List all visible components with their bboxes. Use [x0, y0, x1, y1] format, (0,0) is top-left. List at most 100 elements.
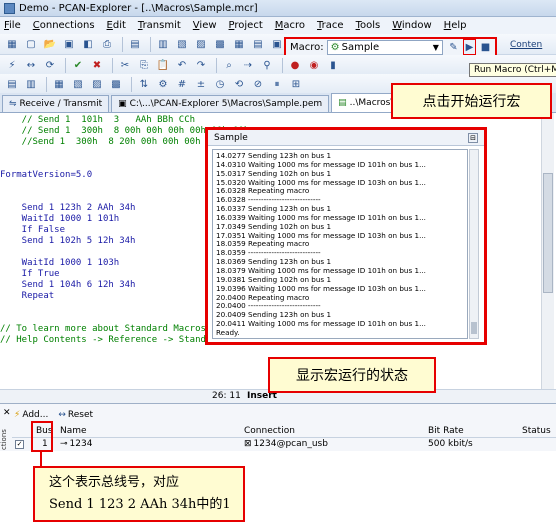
reset-icon: ↔: [58, 410, 66, 420]
receive-transmit-icon: ⇋: [9, 99, 17, 109]
window-layout-4-icon[interactable]: ▩: [212, 36, 228, 52]
connections-toolbar-label[interactable]: Conten: [510, 40, 542, 50]
menu-trace[interactable]: Trace: [317, 20, 344, 31]
new-file-icon[interactable]: ▢: [23, 36, 39, 52]
hash-icon[interactable]: ⊞: [288, 76, 304, 92]
close-icon[interactable]: ✕: [3, 408, 11, 418]
connections-panel: ✕ ⚡ Add... ↔ Reset Bus Name Connection B…: [0, 403, 556, 451]
cycle-icon[interactable]: ⟲: [231, 76, 247, 92]
connections-side-tab[interactable]: ctions: [0, 420, 10, 450]
connections-grid-header: Bus Name Connection Bit Rate Status: [12, 426, 556, 438]
layout-b-icon[interactable]: ▥: [23, 76, 39, 92]
window-layout-6-icon[interactable]: ▤: [250, 36, 266, 52]
new-project-icon[interactable]: ▦: [4, 36, 20, 52]
connections-toolbar: ⚡ Add... ↔ Reset: [14, 407, 103, 423]
connection-checkbox[interactable]: ✓: [15, 440, 24, 449]
window-layout-3-icon[interactable]: ▨: [193, 36, 209, 52]
sort-icon[interactable]: ⇅: [136, 76, 152, 92]
menu-project[interactable]: Project: [229, 20, 263, 31]
column-name[interactable]: Name: [60, 426, 87, 436]
close-icon[interactable]: ⊟: [468, 133, 478, 143]
add-connection-button[interactable]: ⚡ Add...: [14, 410, 48, 420]
delete-icon[interactable]: ✖: [89, 57, 105, 73]
editor-scrollbar[interactable]: [541, 113, 554, 389]
cut-icon[interactable]: ✂: [117, 57, 133, 73]
filter-icon[interactable]: ⚲: [259, 57, 275, 73]
cursor-position: 26: 11: [212, 391, 241, 401]
save-all-icon[interactable]: ◧: [80, 36, 96, 52]
layout-a-icon[interactable]: ▤: [4, 76, 20, 92]
lightning-icon[interactable]: ⚡: [4, 57, 20, 73]
add-label: Add...: [22, 410, 49, 420]
menu-help[interactable]: Help: [444, 20, 467, 31]
timer-icon[interactable]: ◷: [212, 76, 228, 92]
format-icon[interactable]: ⚙: [155, 76, 171, 92]
connection-name: ⊸ 1234: [60, 439, 92, 449]
code-line: Repeat: [0, 291, 55, 301]
lightning-icon: ⚡: [14, 410, 21, 420]
chevron-down-icon[interactable]: ▼: [430, 43, 442, 52]
macro-output-title: Sample: [208, 130, 484, 146]
column-connection[interactable]: Connection: [244, 426, 295, 436]
tab-receive-transmit[interactable]: ⇋ Receive / Transmit: [2, 95, 110, 112]
check-icon[interactable]: ✔: [70, 57, 86, 73]
record-icon[interactable]: ●: [287, 57, 303, 73]
run-macro-button[interactable]: ▶: [462, 39, 476, 55]
grid-icon[interactable]: ▦: [51, 76, 67, 92]
window-layout-1-icon[interactable]: ▥: [155, 36, 171, 52]
toolbar-separator: [150, 36, 151, 52]
macro-select[interactable]: ⚙ Sample ▼: [326, 39, 443, 55]
find-next-icon[interactable]: ⇢: [240, 57, 256, 73]
toolbar-separator: [122, 36, 123, 52]
copy-icon[interactable]: ⎘: [136, 57, 152, 73]
record-stop-icon[interactable]: ◉: [306, 57, 322, 73]
redo-icon[interactable]: ↷: [193, 57, 209, 73]
paste-icon[interactable]: 📋: [155, 57, 171, 73]
code-line: // Send 1 101h 3 AAh BBh CCh: [0, 115, 196, 125]
menu-connections[interactable]: Connections: [33, 20, 95, 31]
undo-icon[interactable]: ↶: [174, 57, 190, 73]
table-row[interactable]: ✓ 1 ⊸ 1234 ⊠ 1234@pcan_usb 500 kbit/s: [12, 439, 556, 451]
properties-icon[interactable]: ▤: [127, 36, 143, 52]
stop-macro-icon[interactable]: ■: [479, 39, 492, 55]
refresh-icon[interactable]: ⟳: [42, 57, 58, 73]
arrows-icon[interactable]: ↔: [23, 57, 39, 73]
window-layout-5-icon[interactable]: ▦: [231, 36, 247, 52]
macro-log[interactable]: 14.0277 Sending 123h on bus 1 14.0310 Wa…: [212, 149, 468, 339]
menu-view[interactable]: View: [193, 20, 217, 31]
menu-edit[interactable]: Edit: [107, 20, 126, 31]
macro-output-window: Sample ⊟ 14.0277 Sending 123h on bus 1 1…: [205, 127, 487, 345]
open-folder-icon[interactable]: 📂: [42, 36, 58, 52]
chart-icon[interactable]: ▮: [325, 57, 341, 73]
window-layout-2-icon[interactable]: ▧: [174, 36, 190, 52]
pause-icon[interactable]: ⏸: [269, 76, 285, 92]
save-icon[interactable]: ▣: [61, 36, 77, 52]
scrollbar-thumb[interactable]: [543, 173, 553, 293]
tab-sample-pem[interactable]: ▣ C:\...\PCAN-Explorer 5\Macros\Sample.p…: [111, 95, 330, 112]
macro-log-scrollbar[interactable]: [469, 149, 479, 339]
menu-macro[interactable]: Macro: [275, 20, 305, 31]
scrollbar-thumb[interactable]: [471, 322, 477, 334]
window-layout-7-icon[interactable]: ▣: [269, 36, 285, 52]
menu-file[interactable]: File: [4, 20, 21, 31]
reset-button[interactable]: ↔ Reset: [58, 410, 93, 420]
columns-icon[interactable]: ▧: [70, 76, 86, 92]
hex-icon[interactable]: #: [174, 76, 190, 92]
edit-macro-icon[interactable]: ✎: [447, 39, 460, 55]
cell-icon[interactable]: ▩: [108, 76, 124, 92]
menu-transmit[interactable]: Transmit: [138, 20, 181, 31]
menu-tools[interactable]: Tools: [356, 20, 381, 31]
print-icon[interactable]: ⎙: [99, 36, 115, 52]
rows-icon[interactable]: ▨: [89, 76, 105, 92]
bus-number-highlight: [31, 421, 53, 452]
log-line: Ready.: [216, 327, 240, 337]
menu-window[interactable]: Window: [392, 20, 431, 31]
log-line: 20.0411 Waiting 1000 ms for message ID 1…: [216, 319, 426, 329]
code-line: If False: [0, 225, 66, 235]
column-status[interactable]: Status: [522, 426, 551, 436]
column-bitrate[interactable]: Bit Rate: [428, 426, 464, 436]
clear-icon[interactable]: ⊘: [250, 76, 266, 92]
dec-icon[interactable]: ±: [193, 76, 209, 92]
find-icon[interactable]: ⌕: [221, 57, 237, 73]
reset-label: Reset: [67, 410, 94, 420]
